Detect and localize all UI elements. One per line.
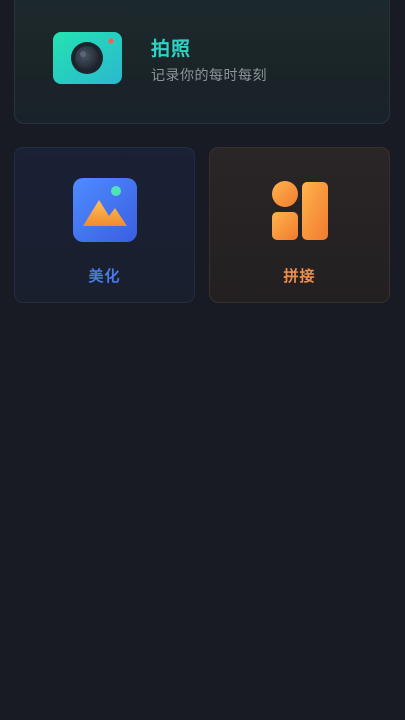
camera-subtitle: 记录你的每时每刻	[151, 68, 267, 84]
home-screen: 拍照 记录你的每时每刻 美化 拼接	[0, 0, 405, 720]
camera-title: 拍照	[151, 38, 192, 60]
beautify-label: 美化	[88, 267, 121, 285]
collage-tile[interactable]: 拼接	[209, 147, 390, 303]
image-landscape-icon	[73, 178, 137, 242]
camera-icon	[53, 32, 122, 84]
camera-card[interactable]: 拍照 记录你的每时每刻	[14, 0, 390, 124]
beautify-tile[interactable]: 美化	[14, 147, 195, 303]
collage-label: 拼接	[283, 267, 316, 285]
collage-icon	[268, 178, 332, 242]
